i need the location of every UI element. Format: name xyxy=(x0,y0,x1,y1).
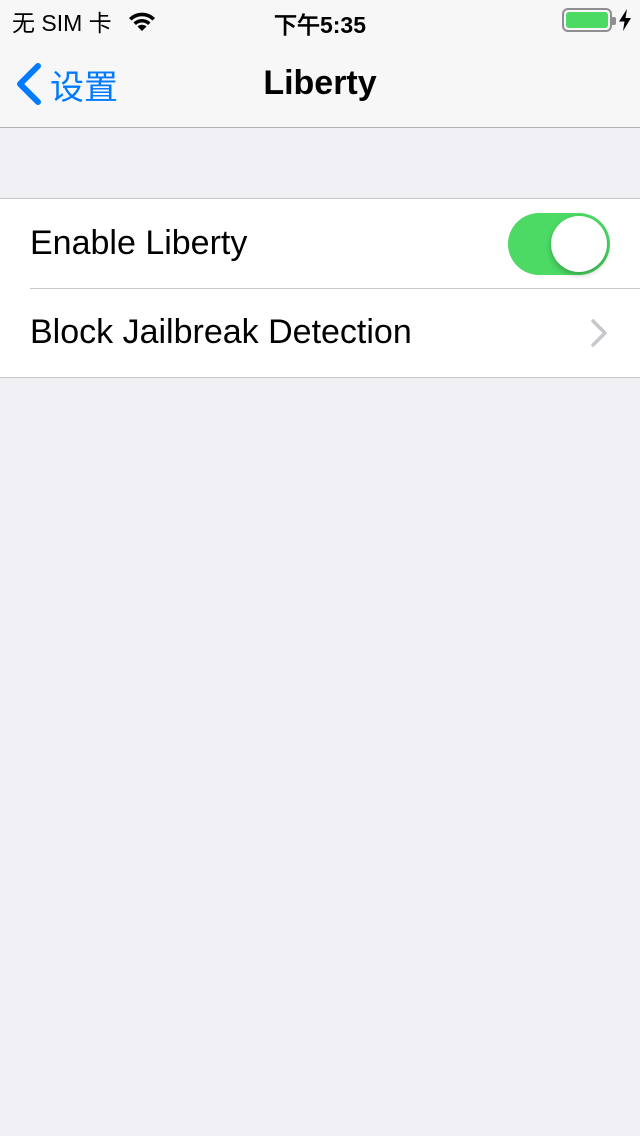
top-bar: 无 SIM 卡 下午5:35 设置 Liberty xyxy=(0,0,640,128)
status-time: 下午5:35 xyxy=(273,12,367,38)
toggle-knob xyxy=(551,215,607,272)
navigation-bar: 设置 Liberty xyxy=(0,40,640,128)
cell-label: Enable Liberty xyxy=(30,224,248,262)
cell-label: Block Jailbreak Detection xyxy=(30,313,412,351)
settings-table: Enable Liberty Block Jailbreak Detection xyxy=(0,198,640,378)
settings-screen: 无 SIM 卡 下午5:35 设置 Liberty Enable Liberty… xyxy=(0,0,640,1136)
battery-cap xyxy=(612,17,616,25)
chevron-right-icon xyxy=(591,318,607,347)
status-bar: 无 SIM 卡 下午5:35 xyxy=(0,0,640,40)
charging-bolt-icon xyxy=(619,9,631,31)
enable-liberty-toggle[interactable] xyxy=(508,212,610,275)
cell-block-jailbreak-detection[interactable]: Block Jailbreak Detection xyxy=(0,288,640,377)
cell-enable-liberty: Enable Liberty xyxy=(0,199,640,288)
page-title: Liberty xyxy=(263,64,377,102)
battery-icon xyxy=(562,8,616,32)
battery-level-fill xyxy=(566,12,608,28)
status-right xyxy=(562,8,632,32)
